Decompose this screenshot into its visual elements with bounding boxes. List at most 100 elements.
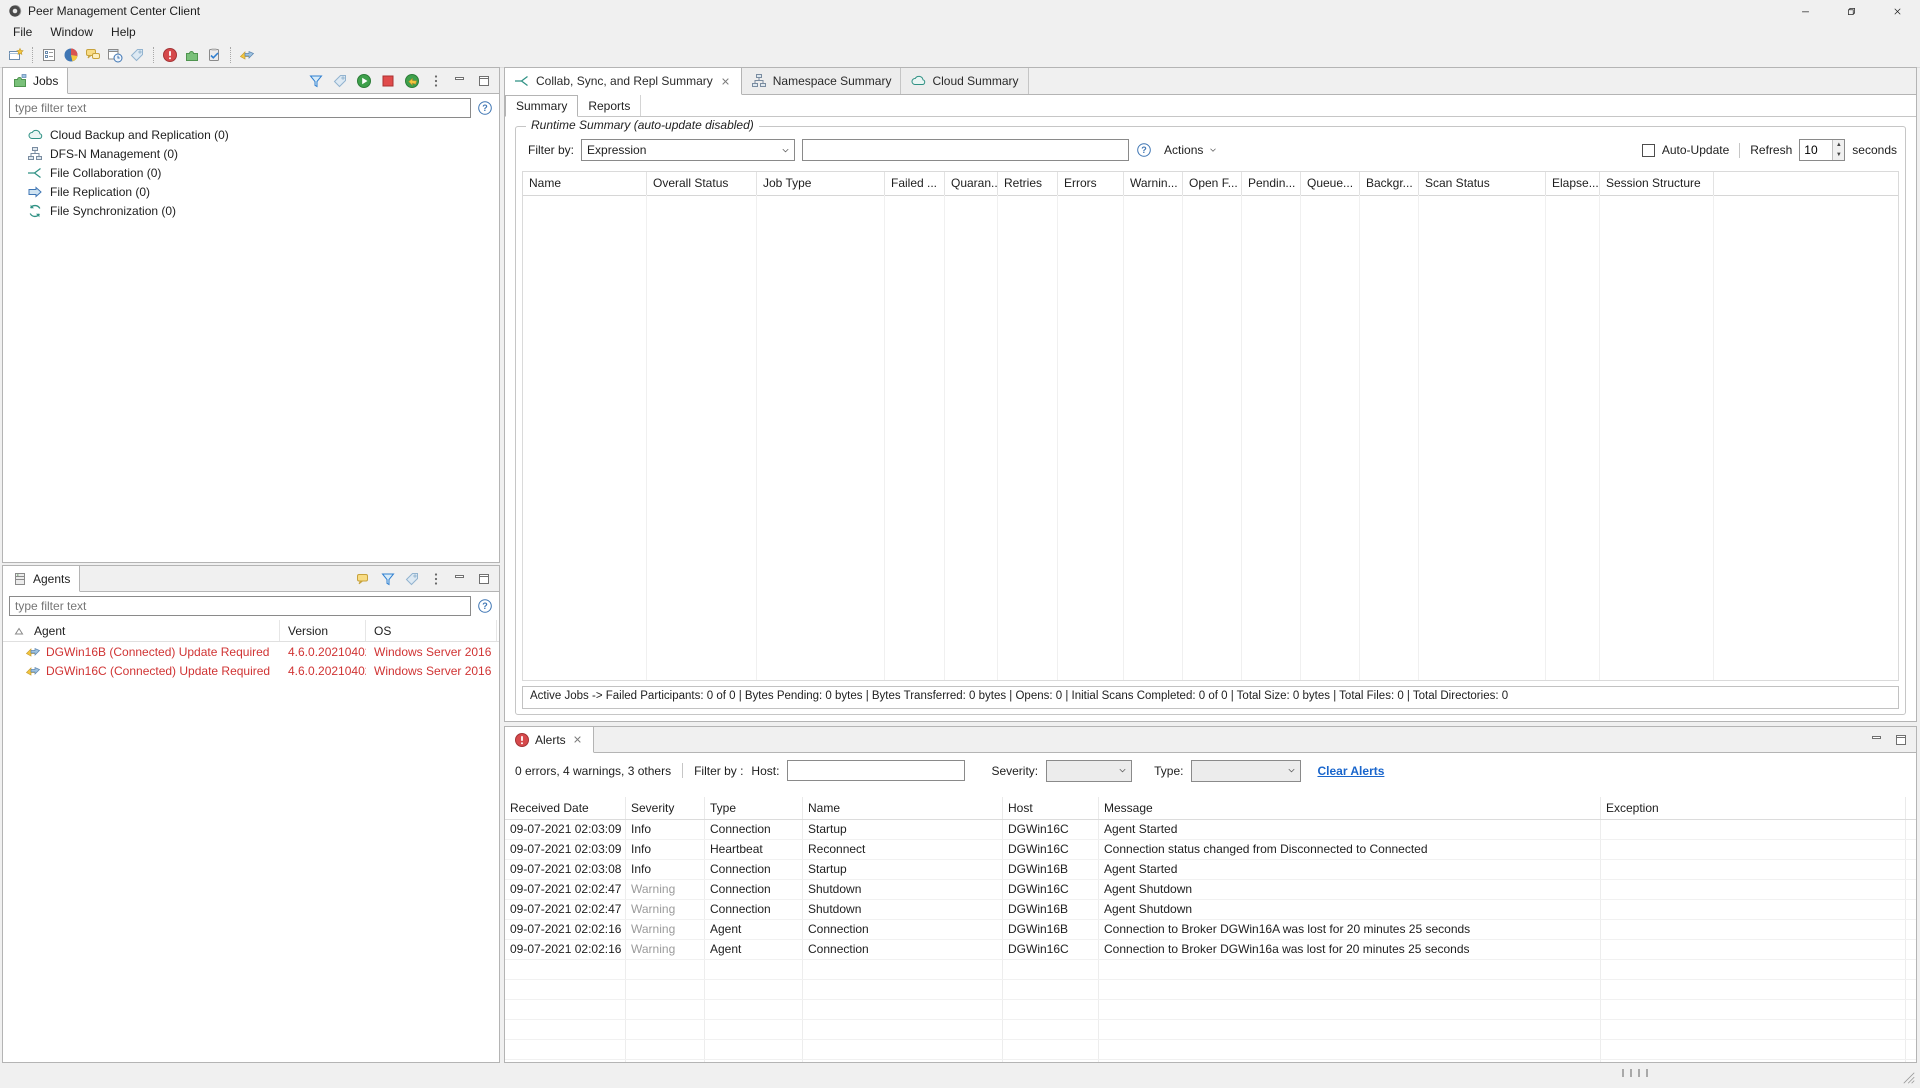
summary-column-header[interactable]: Pendin... (1242, 172, 1301, 195)
alert-row[interactable]: 09-07-2021 02:03:09InfoHeartbeatReconnec… (505, 840, 1916, 860)
tree-item[interactable]: DFS-N Management (0) (3, 144, 499, 163)
stop-icon[interactable] (380, 73, 396, 89)
agents-filter-input[interactable] (9, 596, 471, 616)
filter-type-combo[interactable]: Expression (581, 139, 795, 161)
severity-filter-combo[interactable] (1046, 760, 1132, 782)
tag-icon[interactable] (332, 73, 348, 89)
summary-column-header[interactable]: Backgr... (1360, 172, 1419, 195)
summary-column-header[interactable]: Queue... (1301, 172, 1360, 195)
filter-icon[interactable] (308, 73, 324, 89)
summary-column-header[interactable]: Errors (1058, 172, 1124, 195)
alerts-column-header[interactable]: Message (1099, 797, 1601, 819)
agent-row[interactable]: DGWin16C (Connected) Update Required4.6.… (3, 661, 499, 680)
alert-row[interactable]: 09-07-2021 02:02:47WarningConnectionShut… (505, 880, 1916, 900)
window-close-button[interactable] (1874, 0, 1920, 22)
refresh-interval-input[interactable] (1800, 140, 1832, 160)
calendar-clock-icon[interactable] (105, 45, 125, 65)
summary-column-header[interactable]: Session Structure (1600, 172, 1714, 195)
agents-column-header[interactable]: OS (366, 620, 497, 641)
view-menu-icon[interactable] (428, 571, 444, 587)
summary-column-header[interactable]: Open F... (1183, 172, 1242, 195)
new-job-wizard-icon[interactable] (6, 45, 26, 65)
minimize-view-icon[interactable] (452, 73, 468, 89)
plugin-icon[interactable] (182, 45, 202, 65)
alerts-column-header[interactable]: Severity (626, 797, 705, 819)
checklist-icon[interactable] (39, 45, 59, 65)
jobs-view-tab[interactable]: Jobs (3, 68, 68, 94)
subtab-reports[interactable]: Reports (578, 95, 641, 116)
auto-update-checkbox[interactable] (1642, 144, 1655, 157)
menu-file[interactable]: File (4, 23, 41, 41)
chat-icon[interactable] (356, 571, 372, 587)
close-icon[interactable] (571, 733, 584, 746)
maximize-view-icon[interactable] (476, 571, 492, 587)
menu-help[interactable]: Help (102, 23, 145, 41)
play-icon[interactable] (356, 73, 372, 89)
tree-item[interactable]: File Synchronization (0) (3, 201, 499, 220)
close-icon[interactable] (719, 75, 732, 88)
alerts-column-header[interactable]: Exception (1601, 797, 1906, 819)
tag-icon[interactable] (404, 571, 420, 587)
alerts-view-tab[interactable]: Alerts (505, 727, 594, 753)
summary-column-header[interactable]: Job Type (757, 172, 885, 195)
view-menu-icon[interactable] (428, 73, 444, 89)
tree-item[interactable]: File Replication (0) (3, 182, 499, 201)
spinner-down-icon[interactable]: ▼ (1833, 150, 1844, 160)
summary-column-header[interactable]: Elapse... (1546, 172, 1600, 195)
agents-column-header[interactable]: Agent (3, 620, 280, 641)
clipboard-check-icon[interactable] (204, 45, 224, 65)
summary-column-header[interactable]: Scan Status (1419, 172, 1546, 195)
alerts-column-header[interactable]: Type (705, 797, 803, 819)
minimize-view-icon[interactable] (452, 571, 468, 587)
tag-icon[interactable] (127, 45, 147, 65)
agent-row[interactable]: DGWin16B (Connected) Update Required4.6.… (3, 642, 499, 661)
summary-column-header[interactable]: Warnin... (1124, 172, 1183, 195)
restart-icon[interactable] (404, 73, 420, 89)
window-restore-button[interactable] (1828, 0, 1874, 22)
summary-column-header[interactable]: Overall Status (647, 172, 757, 195)
host-filter-input[interactable] (787, 760, 965, 781)
alert-row[interactable]: 09-07-2021 02:02:47WarningConnectionShut… (505, 900, 1916, 920)
maximize-view-icon[interactable] (1893, 732, 1909, 748)
type-filter-combo[interactable] (1191, 760, 1301, 782)
jobs-filter-input[interactable] (9, 98, 471, 118)
alert-row[interactable]: 09-07-2021 02:03:08InfoConnectionStartup… (505, 860, 1916, 880)
alerts-column-header[interactable]: Host (1003, 797, 1099, 819)
help-icon[interactable]: ? (477, 100, 493, 116)
maximize-view-icon[interactable] (476, 73, 492, 89)
alert-row[interactable]: 09-07-2021 02:02:16WarningAgentConnectio… (505, 940, 1916, 960)
menu-window[interactable]: Window (41, 23, 102, 41)
alerts-column-header[interactable]: Received Date (505, 797, 626, 819)
summary-column-header[interactable]: Failed ... (885, 172, 945, 195)
help-icon[interactable]: ? (1136, 142, 1152, 158)
editor-tab[interactable]: Namespace Summary (742, 68, 902, 94)
messages-icon[interactable] (83, 45, 103, 65)
filter-expression-input[interactable] (802, 139, 1129, 161)
editor-tab[interactable]: Collab, Sync, and Repl Summary (505, 68, 742, 95)
help-icon[interactable]: ? (477, 598, 493, 614)
summary-column-header[interactable]: Name (523, 172, 647, 195)
horizontal-scrollbar-thumb[interactable] (1622, 1069, 1650, 1077)
window-minimize-button[interactable] (1782, 0, 1828, 22)
filter-icon[interactable] (380, 571, 396, 587)
alert-row[interactable]: 09-07-2021 02:02:16WarningAgentConnectio… (505, 920, 1916, 940)
pie-chart-icon[interactable] (61, 45, 81, 65)
refresh-interval-spinner[interactable]: ▲ ▼ (1799, 139, 1845, 161)
agents-column-header[interactable]: Version (280, 620, 366, 641)
alerts-column-header[interactable]: Name (803, 797, 1003, 819)
minimize-view-icon[interactable] (1869, 732, 1885, 748)
summary-column-header[interactable]: Quaran... (945, 172, 998, 195)
error-icon[interactable] (160, 45, 180, 65)
sync-broker-icon[interactable] (237, 45, 257, 65)
clear-alerts-link[interactable]: Clear Alerts (1317, 764, 1384, 778)
summary-column-header[interactable]: Retries (998, 172, 1058, 195)
resize-grip[interactable] (1902, 1071, 1916, 1085)
agents-view-tab[interactable]: Agents (3, 566, 80, 592)
spinner-up-icon[interactable]: ▲ (1833, 140, 1844, 150)
subtab-summary[interactable]: Summary (505, 95, 578, 117)
actions-button[interactable]: Actions (1159, 143, 1223, 157)
tree-item[interactable]: File Collaboration (0) (3, 163, 499, 182)
alert-row[interactable]: 09-07-2021 02:03:09InfoConnectionStartup… (505, 820, 1916, 840)
tree-item[interactable]: Cloud Backup and Replication (0) (3, 125, 499, 144)
editor-tab[interactable]: Cloud Summary (901, 68, 1028, 94)
